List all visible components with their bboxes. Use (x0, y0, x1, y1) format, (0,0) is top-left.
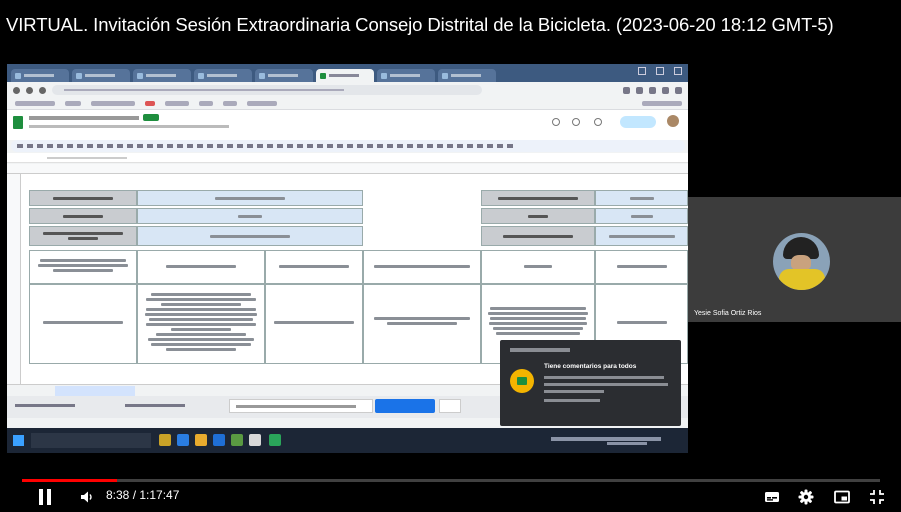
grid-cell (363, 284, 481, 364)
window-buttons (638, 67, 682, 75)
extension-icon (649, 86, 656, 94)
participant-name: Yesie Sofia Ortiz Rios (694, 310, 762, 317)
grid-cell (595, 208, 688, 224)
browser-tab (438, 69, 496, 82)
grid-cell (137, 250, 265, 284)
download-item (119, 401, 209, 411)
download-item (9, 401, 99, 411)
reload-icon (39, 86, 46, 94)
document-title (29, 116, 139, 120)
taskbar-app-icon (249, 434, 261, 446)
windows-taskbar (7, 428, 688, 453)
share-button (620, 116, 656, 128)
taskbar-app-icon (195, 434, 207, 446)
grid-cell (29, 208, 137, 224)
pause-icon[interactable] (38, 489, 52, 505)
grid-cell (29, 250, 137, 284)
grid-cell (481, 208, 595, 224)
grid-cell (481, 190, 595, 206)
grid-cell (137, 284, 265, 364)
browser-tab (255, 69, 313, 82)
chrome-notification: Tiene comentarios para todos (500, 340, 681, 426)
time-display: 8:38 / 1:17:47 (106, 488, 180, 502)
taskbar-search (31, 433, 151, 448)
back-icon (13, 86, 20, 94)
url-field (52, 85, 482, 95)
gear-icon[interactable] (797, 488, 815, 506)
meet-icon (594, 118, 602, 126)
extension-icon (675, 86, 682, 94)
browser-tab (194, 69, 252, 82)
forward-icon (26, 86, 33, 94)
sheet-tab-active (55, 386, 135, 396)
browser-tab-active (316, 69, 374, 82)
progress-played (22, 479, 118, 482)
video-player[interactable]: VIRTUAL. Invitación Sesión Extraordinari… (0, 0, 901, 512)
address-bar (7, 82, 688, 98)
grid-cell (29, 226, 137, 246)
grid-cell (595, 226, 688, 246)
video-title: VIRTUAL. Invitación Sesión Extraordinari… (6, 14, 834, 35)
sheets-logo-icon (13, 116, 23, 129)
player-controls: 8:38 / 1:17:47 (0, 484, 901, 512)
grid-cell (29, 284, 137, 364)
file-format-badge (143, 114, 159, 121)
notification-title: Tiene comentarios para todos (544, 363, 637, 370)
download-keep-button (375, 399, 435, 413)
browser-tab-bar (7, 64, 688, 82)
taskbar-app-icon (213, 434, 225, 446)
menu-bar (29, 125, 229, 128)
taskbar-app-icon (231, 434, 243, 446)
column-headers (7, 164, 688, 174)
comment-icon (572, 118, 580, 126)
sheets-header (7, 110, 688, 140)
formula-bar (7, 153, 688, 163)
taskbar-app-icon (269, 434, 281, 446)
taskbar-app-icon (159, 434, 171, 446)
system-tray (551, 437, 661, 441)
participant-tile: Yesie Sofia Ortiz Rios (688, 197, 901, 322)
windows-start-icon (13, 435, 24, 446)
miniplayer-icon[interactable] (833, 488, 851, 506)
browser-tab (133, 69, 191, 82)
grid-cell (137, 226, 363, 246)
grid-cell (481, 226, 595, 246)
grid-cell (265, 284, 363, 364)
download-warning (229, 399, 373, 413)
row-headers (7, 174, 21, 384)
participant-avatar (773, 233, 830, 290)
fullscreen-exit-icon[interactable] (868, 488, 886, 506)
account-avatar (667, 115, 679, 127)
grid-cell (137, 208, 363, 224)
system-clock (607, 442, 647, 445)
sheets-toolbar (11, 140, 685, 152)
grid-cell (595, 190, 688, 206)
grid-cell (363, 250, 481, 284)
download-discard-button (439, 399, 461, 413)
browser-tab (377, 69, 435, 82)
subtitles-icon[interactable] (763, 488, 781, 506)
bookmarks-bar (7, 98, 688, 110)
history-icon (552, 118, 560, 126)
grid-cell (29, 190, 137, 206)
notification-app-name (510, 348, 570, 352)
extension-icon (623, 86, 630, 94)
grid-cell (265, 250, 363, 284)
grid-cell (137, 190, 363, 206)
browser-tab (72, 69, 130, 82)
sheets-notification-icon (510, 369, 534, 393)
progress-bar[interactable] (22, 479, 880, 482)
browser-tab (11, 69, 69, 82)
taskbar-app-icon (177, 434, 189, 446)
extension-icon (662, 86, 669, 94)
extension-icon (636, 86, 643, 94)
grid-cell (481, 250, 595, 284)
grid-cell (595, 250, 688, 284)
volume-icon[interactable] (79, 489, 95, 505)
